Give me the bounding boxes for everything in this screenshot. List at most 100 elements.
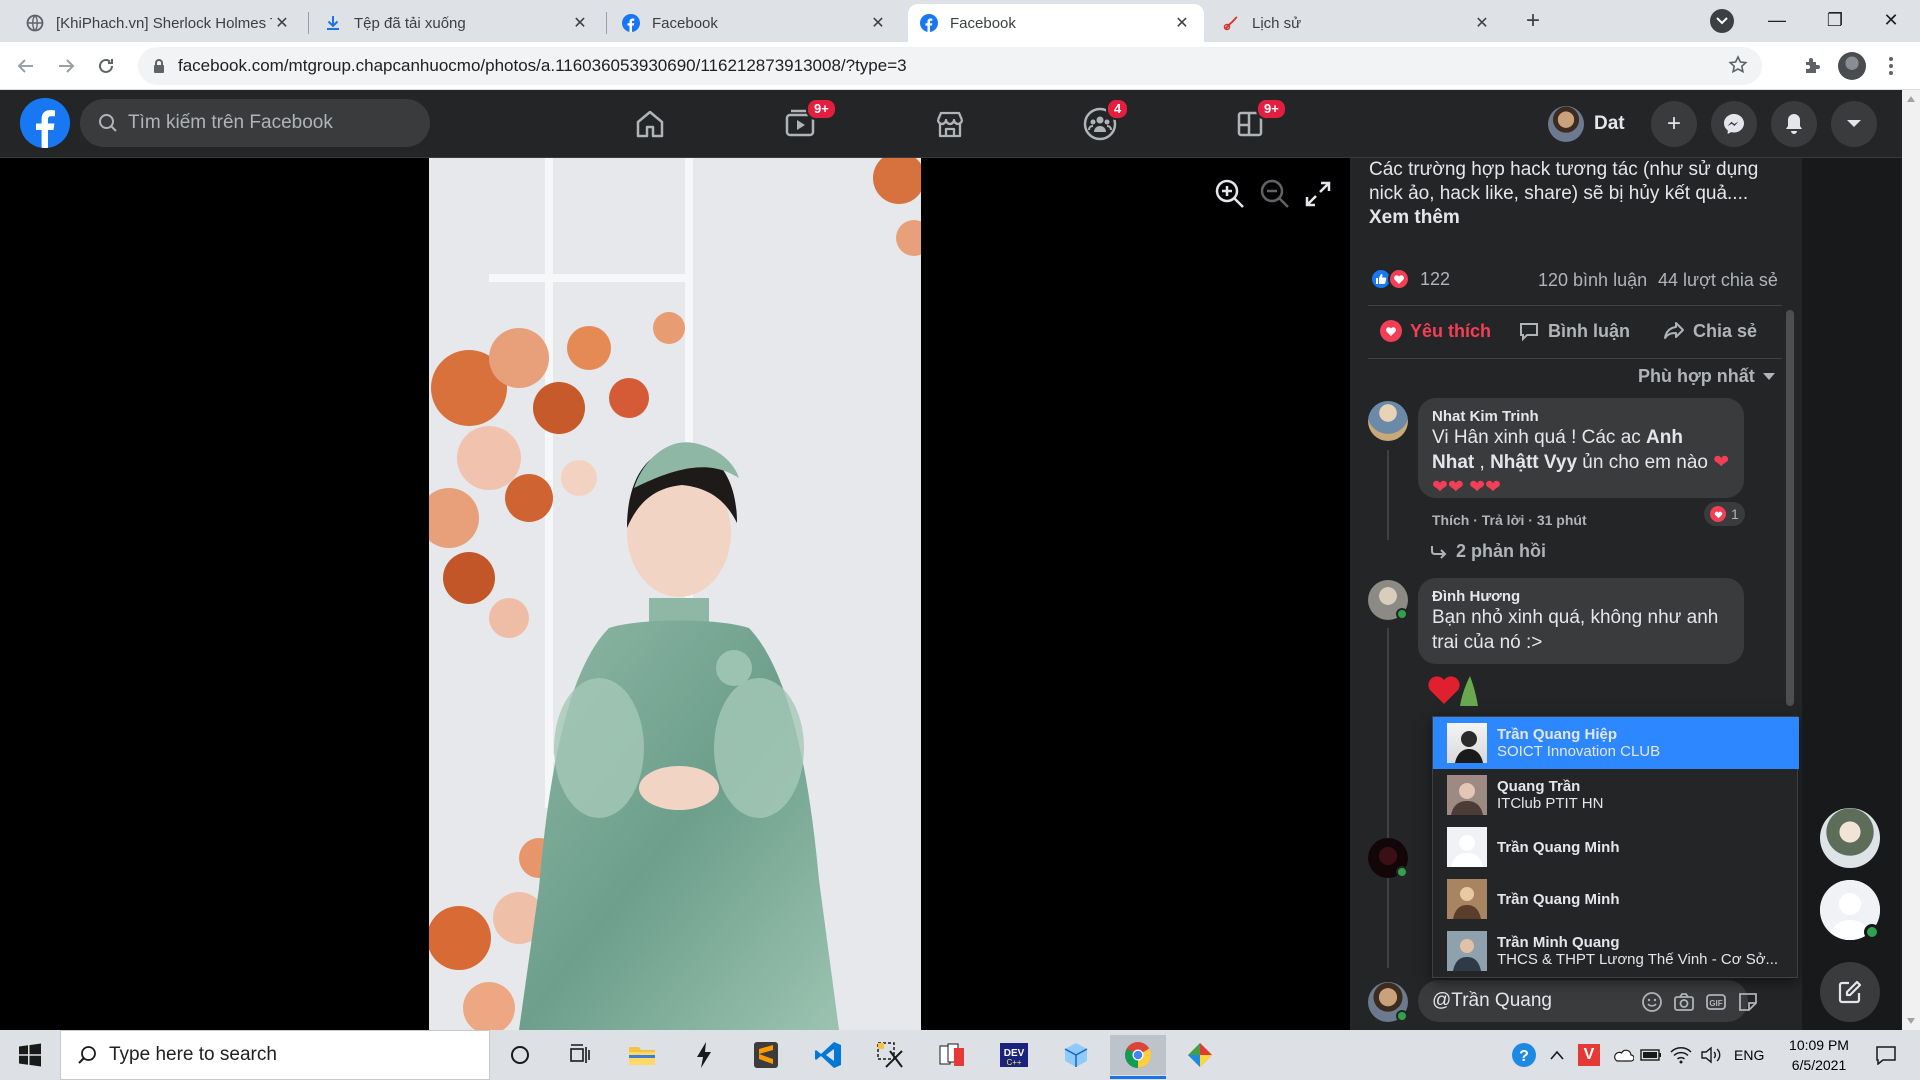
menu-button[interactable] [1876,48,1906,84]
view-replies-link[interactable]: 2 phản hồi [1430,541,1546,562]
comment-actions[interactable]: Thích · Trả lời · 31 phút [1432,512,1587,528]
fullscreen-button[interactable] [1304,180,1332,213]
browser-tab-downloads[interactable]: Tệp đã tải xuống ✕ [312,4,602,42]
browser-tab-history[interactable]: Lịch sử ✕ [1210,4,1504,42]
comment-count[interactable]: 120 bình luận [1538,270,1647,291]
close-icon[interactable]: ✕ [1172,13,1192,33]
avatar [1447,827,1487,867]
browser-tab-khiphach[interactable]: [KhiPhach.vn] Sherlock Holmes Tr ✕ [14,4,304,42]
forward-button[interactable] [48,48,84,84]
download-icon [324,14,342,32]
help-icon[interactable]: ? [1510,1030,1538,1080]
vietkey-icon[interactable]: V [1578,1030,1600,1080]
mention-option[interactable]: Trần Quang Hiệp SOICT Innovation CLUB [1433,717,1799,769]
chat-heads-column [1802,158,1902,1030]
emoji-icon[interactable] [1641,991,1663,1013]
account-menu-button[interactable] [1831,101,1877,147]
vscode-button[interactable] [800,1035,856,1075]
facebook-icon [622,14,640,32]
mention-suggestions: Trần Quang Hiệp SOICT Innovation CLUB Qu… [1432,716,1799,978]
sublime-text-button[interactable] [738,1035,794,1075]
share-button[interactable]: Chia sẻ [1663,320,1757,342]
app-button-cards[interactable] [924,1035,980,1075]
see-more-link[interactable]: Xem thêm [1369,207,1460,228]
watch-nav-button[interactable]: 9+ [778,98,837,146]
groups-nav-button[interactable]: 4 [1078,98,1130,146]
close-icon[interactable]: ✕ [868,13,888,33]
reload-button[interactable] [88,48,124,84]
extensions-button[interactable] [1794,48,1830,84]
comment-reaction-badge[interactable]: 1 [1704,502,1745,526]
profile-shortcut[interactable]: Dat [1548,104,1625,144]
create-button[interactable]: + [1651,101,1697,147]
dev-cpp-button[interactable]: DEV C++ [986,1035,1042,1075]
home-nav-button[interactable] [628,102,672,146]
messenger-button[interactable] [1711,101,1757,147]
browser-tab-facebook[interactable]: Facebook ✕ [610,4,900,42]
new-tab-button[interactable]: + [1518,6,1548,36]
scroll-down-arrow-icon[interactable] [1907,1018,1915,1024]
reactions-summary[interactable]: 122 [1370,268,1450,290]
comment-author[interactable]: Nhat Kim Trinh [1432,408,1730,425]
battery-icon[interactable] [1640,1030,1662,1080]
close-icon[interactable]: ✕ [570,13,590,33]
love-button[interactable]: Yêu thích [1380,320,1491,342]
minimize-button[interactable]: — [1748,0,1806,40]
mention-link[interactable]: Nhậtt Vyy [1490,452,1577,473]
sticker-icon[interactable] [1737,991,1759,1013]
lightning-icon [697,1042,711,1068]
onedrive-cloud-icon[interactable] [1612,1030,1634,1080]
start-button[interactable] [2,1035,58,1075]
comment-author[interactable]: Đình Hương [1432,588,1730,605]
facebook-logo[interactable] [20,98,70,148]
app-button-diamond[interactable] [1172,1035,1228,1075]
restore-button[interactable]: ❐ [1806,0,1864,40]
chat-head-avatar[interactable] [1820,808,1880,868]
tab-search-button[interactable] [1710,9,1734,33]
mention-option[interactable]: Trần Quang Minh [1433,873,1799,925]
mention-option[interactable]: Trần Minh Quang THCS & THPT Lương Thế Vi… [1433,925,1799,977]
volume-icon[interactable] [1700,1030,1722,1080]
zoom-out-button[interactable] [1259,178,1291,215]
profile-avatar[interactable] [1838,52,1866,80]
comment-sort-dropdown[interactable]: Phù hợp nhất [1638,366,1775,387]
app-button-lightning[interactable] [676,1035,732,1075]
page-scrollbar[interactable] [1902,90,1920,1030]
task-view-button[interactable] [552,1035,608,1075]
zoom-in-button[interactable] [1214,178,1246,215]
close-icon[interactable]: ✕ [1472,13,1492,33]
camera-icon[interactable] [1673,991,1695,1013]
wifi-icon[interactable] [1670,1030,1692,1080]
clock[interactable]: 10:09 PM 6/5/2021 [1776,1030,1862,1080]
browser-tab-facebook-active[interactable]: Facebook ✕ [908,4,1204,42]
app-button-cube[interactable] [1048,1035,1104,1075]
post-photo[interactable] [429,158,921,1030]
avatar[interactable] [1368,401,1408,441]
share-count[interactable]: 44 lượt chia sẻ [1658,270,1778,291]
scroll-up-arrow-icon[interactable] [1907,96,1915,102]
gaming-nav-button[interactable]: 9+ [1228,98,1287,146]
notifications-button[interactable] [1771,101,1817,147]
panel-scrollbar[interactable] [1786,310,1794,706]
notification-center-icon[interactable] [1866,1030,1906,1080]
mention-option[interactable]: Quang Trần ITClub PTIT HN [1433,769,1799,821]
taskbar-search-input[interactable]: Type here to search [60,1030,490,1080]
new-message-button[interactable] [1820,962,1880,1022]
back-button[interactable] [8,48,44,84]
close-icon[interactable]: ✕ [272,13,292,33]
close-window-button[interactable]: ✕ [1862,0,1920,40]
facebook-search-input[interactable]: Tìm kiếm trên Facebook [80,99,430,147]
cortana-button[interactable] [492,1035,548,1075]
chrome-button[interactable] [1110,1035,1166,1075]
mention-option[interactable]: Trần Quang Minh [1433,821,1799,873]
chevron-up-icon[interactable] [1550,1030,1564,1080]
globe-icon [26,14,44,32]
input-language[interactable]: ENG [1734,1030,1764,1080]
comment-button[interactable]: Bình luận [1518,320,1630,342]
bookmark-star-icon[interactable] [1728,55,1748,80]
marketplace-nav-button[interactable] [928,102,972,146]
snipping-tool-button[interactable] [862,1035,918,1075]
file-explorer-button[interactable] [614,1035,670,1075]
gif-icon[interactable]: GIF [1705,991,1727,1013]
address-bar[interactable]: facebook.com/mtgroup.chapcanhuocmo/photo… [138,47,1762,85]
